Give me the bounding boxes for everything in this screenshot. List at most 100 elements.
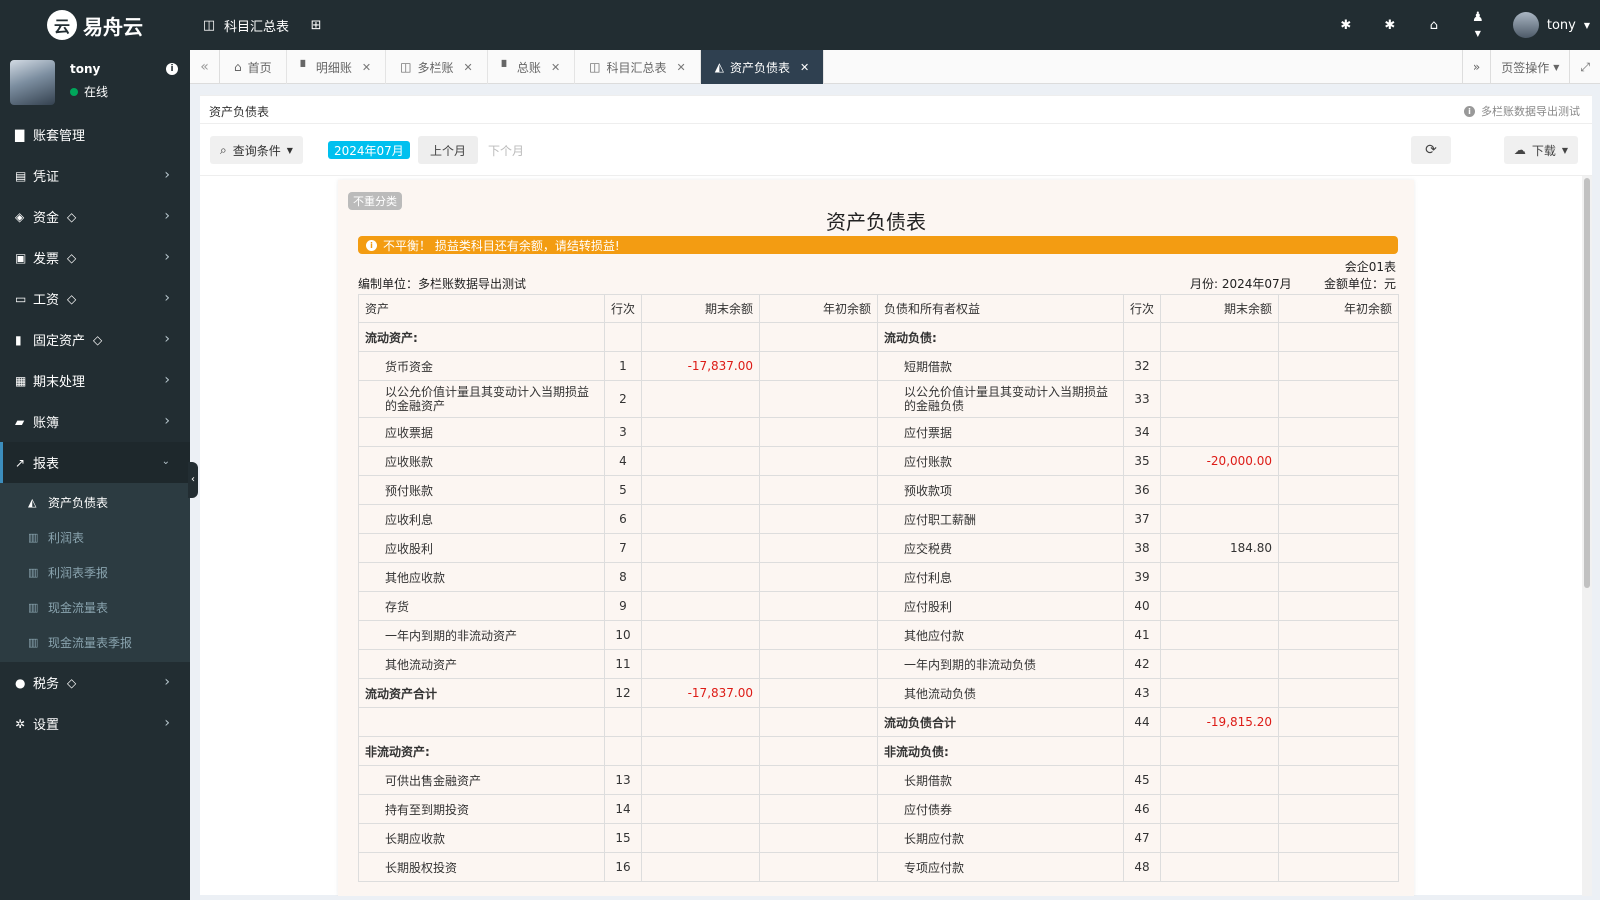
scrollbar-thumb[interactable] (1584, 178, 1590, 588)
table-cell (1278, 380, 1399, 418)
add-tab-icon[interactable]: ⊞ (307, 18, 325, 33)
table-header-row: 资产 行次 期末余额 年初余额 负债和所有者权益 行次 期末余额 年初余额 (358, 294, 1399, 323)
close-icon[interactable]: ✕ (463, 61, 472, 74)
table-cell: 以公允价值计量且其变动计入当期损益的金融资产 (358, 380, 605, 418)
table-cell: 存货 (358, 591, 605, 621)
online-dot-icon (70, 87, 78, 96)
table-cell: 47 (1123, 823, 1161, 853)
user-menu-icon[interactable]: ♟ ▼ (1469, 10, 1487, 40)
submenu-item-cash-flow-quarterly[interactable]: ▥ 现金流量表季报 (0, 625, 190, 660)
search-icon: ⌕ (220, 142, 227, 157)
tax-icon: ● (15, 675, 26, 690)
sidebar-item-fixed-assets[interactable]: ▮ 固定资产 ◇ › (0, 319, 190, 360)
query-conditions-button[interactable]: ⌕ 查询条件 ▼ (210, 136, 303, 164)
bug-icon[interactable]: ✱ (1381, 18, 1399, 33)
table-cell: 流动资产: (358, 322, 605, 352)
submenu-item-cash-flow[interactable]: ▥ 现金流量表 (0, 590, 190, 625)
user-name: tony (1546, 17, 1576, 33)
column-header: 负债和所有者权益 (877, 294, 1124, 323)
next-month-button[interactable]: 下个月 (476, 136, 536, 164)
table-cell (759, 504, 878, 534)
fullscreen-icon[interactable]: ⤢ (1569, 50, 1600, 84)
sidebar-item-accounts[interactable]: ▇ 账套管理 (0, 114, 190, 155)
tab-general-ledger[interactable]: ▘ 总账 ✕ (488, 50, 576, 84)
balance-sheet-table: 资产 行次 期末余额 年初余额 负债和所有者权益 行次 期末余额 年初余额 流动… (358, 294, 1399, 882)
close-icon[interactable]: ✕ (677, 61, 686, 74)
vertical-scrollbar[interactable] (1582, 176, 1592, 896)
current-month-badge[interactable]: 2024年07月 (328, 141, 410, 159)
tab-scroll-left-icon[interactable]: « (190, 50, 220, 84)
user-status-label: 在线 (84, 85, 109, 99)
submenu-item-income-statement[interactable]: ▥ 利润表 (0, 520, 190, 555)
calendar-icon: ▦ (15, 373, 27, 388)
tab-label: 总账 (516, 60, 541, 75)
table-row: 应收股利 7 应交税费 38 184.80 (358, 533, 1399, 563)
table-cell: 预收款项 (877, 475, 1124, 505)
table-cell: 应收账款 (358, 446, 605, 476)
table-cell: 13 (604, 765, 642, 795)
submenu-item-label: 资产负债表 (48, 496, 109, 510)
submenu-item-balance-sheet[interactable]: ◭ 资产负债表 (0, 485, 190, 520)
quick-link-summary[interactable]: ◫ 科目汇总表 (200, 16, 289, 35)
account-set-hint: i 多栏账数据导出测试 (1464, 103, 1580, 119)
tab-ops-label: 页签操作 (1501, 60, 1550, 75)
download-button[interactable]: ☁ 下载 ▼ (1503, 136, 1578, 164)
close-icon[interactable]: ✕ (800, 61, 809, 74)
bookmark-icon: ▘ (300, 60, 310, 74)
table-cell: 其他流动负债 (877, 678, 1124, 708)
sidebar-item-voucher[interactable]: ▤ 凭证 › (0, 155, 190, 196)
table-cell (641, 823, 760, 853)
table-cell: 12 (604, 678, 642, 708)
table-icon: ◫ (202, 17, 216, 33)
tabs: ⌂ 首页 ▘ 明细账 ✕ ◫ 多栏账 ✕ ▘ 总账 ✕ ◫ 科目汇总表 ✕ ◭ … (220, 50, 825, 84)
sidebar-item-ledger[interactable]: ▰ 账簿 › (0, 401, 190, 442)
table-cell (1278, 417, 1399, 447)
quick-link-label: 科目汇总表 (224, 19, 290, 35)
table-cell: 4 (604, 446, 642, 476)
home-icon: ⌂ (234, 60, 242, 74)
table-cell (1160, 736, 1279, 766)
avatar (1512, 12, 1539, 38)
sidebar-item-period-end[interactable]: ▦ 期末处理 › (0, 360, 190, 401)
table-cell: 应付职工薪酬 (877, 504, 1124, 534)
close-icon[interactable]: ✕ (362, 61, 371, 74)
sidebar-collapse-handle[interactable]: ‹ (188, 462, 198, 498)
table-cell (759, 562, 878, 592)
app-logo[interactable]: 云 易舟云 (0, 0, 190, 50)
sidebar-item-settings[interactable]: ✲ 设置 › (0, 703, 190, 744)
tab-operations-dropdown[interactable]: 页签操作 ▼ (1490, 50, 1569, 84)
table-cell (641, 591, 760, 621)
table-cell: 3 (604, 417, 642, 447)
sidebar-item-tax[interactable]: ● 税务 ◇ › (0, 662, 190, 703)
refresh-button[interactable]: ⟳ (1411, 136, 1451, 164)
chevron-right-icon: › (164, 674, 170, 690)
home-icon[interactable]: ⌂ (1425, 18, 1443, 33)
close-icon[interactable]: ✕ (551, 61, 560, 74)
tab-balance-sheet[interactable]: ◭ 资产负债表 ✕ (700, 50, 825, 84)
table-cell (1160, 649, 1279, 679)
table-cell: 应付债券 (877, 794, 1124, 824)
column-header: 行次 (1123, 294, 1161, 323)
tab-account-summary[interactable]: ◫ 科目汇总表 ✕ (575, 50, 701, 84)
sidebar-item-invoice[interactable]: ▣ 发票 ◇ › (0, 237, 190, 278)
sidebar-item-salary[interactable]: ▭ 工资 ◇ › (0, 278, 190, 319)
submenu-item-income-quarterly[interactable]: ▥ 利润表季报 (0, 555, 190, 590)
table-cell (1278, 823, 1399, 853)
table-cell: -17,837.00 (641, 351, 760, 381)
bug-icon[interactable]: ✱ (1337, 18, 1355, 33)
info-icon[interactable]: i (166, 63, 178, 75)
table-cell (1160, 475, 1279, 505)
tab-multi-column[interactable]: ◫ 多栏账 ✕ (386, 50, 488, 84)
sidebar-item-funds[interactable]: ◈ 资金 ◇ › (0, 196, 190, 237)
table-cell (1160, 765, 1279, 795)
prev-month-button[interactable]: 上个月 (418, 136, 479, 164)
tab-scroll-right-icon[interactable]: » (1461, 50, 1490, 84)
table-cell (1160, 678, 1279, 708)
user-menu[interactable]: tony ▼ (1512, 12, 1590, 38)
table-row: 其他应收款 8 应付利息 39 (358, 562, 1399, 592)
table-cell: 46 (1123, 794, 1161, 824)
table-cell: 货币资金 (358, 351, 605, 381)
tab-home[interactable]: ⌂ 首页 (220, 50, 287, 84)
tab-detail-ledger[interactable]: ▘ 明细账 ✕ (287, 50, 387, 84)
sidebar-item-reports[interactable]: ↗ 报表 ⌄ (0, 442, 190, 483)
